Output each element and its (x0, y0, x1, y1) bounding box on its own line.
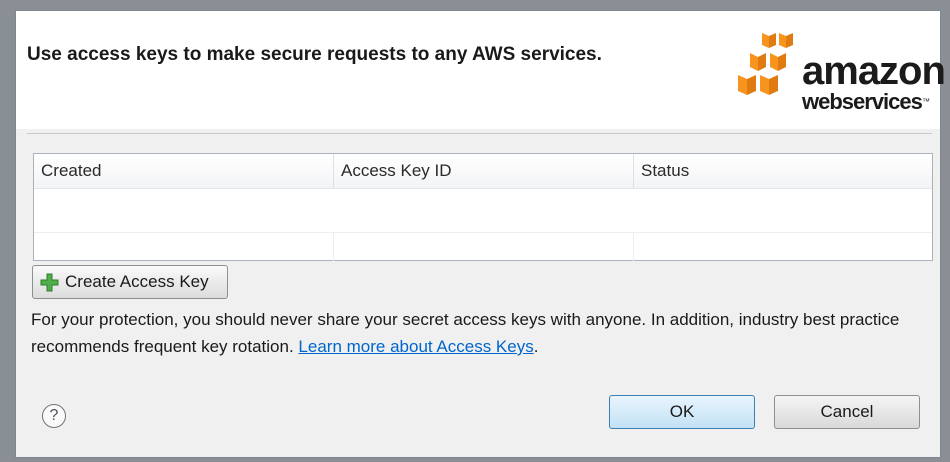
learn-more-link[interactable]: Learn more about Access Keys (298, 337, 533, 356)
help-icon[interactable]: ? (42, 404, 66, 428)
column-header-access-key-id[interactable]: Access Key ID (334, 154, 634, 188)
table-cell (334, 233, 634, 261)
aws-logo-trademark: ™ (922, 97, 930, 106)
ok-button[interactable]: OK (609, 395, 755, 429)
info-text: For your protection, you should never sh… (31, 306, 936, 360)
window-frame: Use access keys to make secure requests … (0, 0, 950, 462)
column-header-created[interactable]: Created (34, 154, 334, 188)
table-cell (634, 233, 932, 261)
table-empty-row (34, 232, 932, 261)
column-header-status[interactable]: Status (634, 154, 932, 188)
access-keys-dialog: Use access keys to make secure requests … (15, 10, 946, 458)
aws-logo-cubes-icon (738, 33, 793, 95)
table-header: Created Access Key ID Status (34, 154, 932, 189)
aws-logo-text-amazon: amazon (802, 49, 946, 93)
info-period: . (533, 337, 539, 356)
access-keys-table[interactable]: Created Access Key ID Status (33, 153, 933, 261)
dialog-title: Use access keys to make secure requests … (27, 44, 602, 65)
aws-logo-text-webservices: webservices (802, 89, 923, 114)
create-access-key-button[interactable]: Create Access Key (32, 265, 228, 299)
aws-logo: amazon webservices ™ (736, 31, 946, 121)
header-divider (27, 133, 932, 134)
create-access-key-label: Create Access Key (65, 272, 209, 291)
dialog-header: Use access keys to make secure requests … (16, 11, 946, 129)
plus-icon (40, 273, 59, 291)
cancel-button[interactable]: Cancel (774, 395, 920, 429)
table-cell (34, 233, 334, 261)
